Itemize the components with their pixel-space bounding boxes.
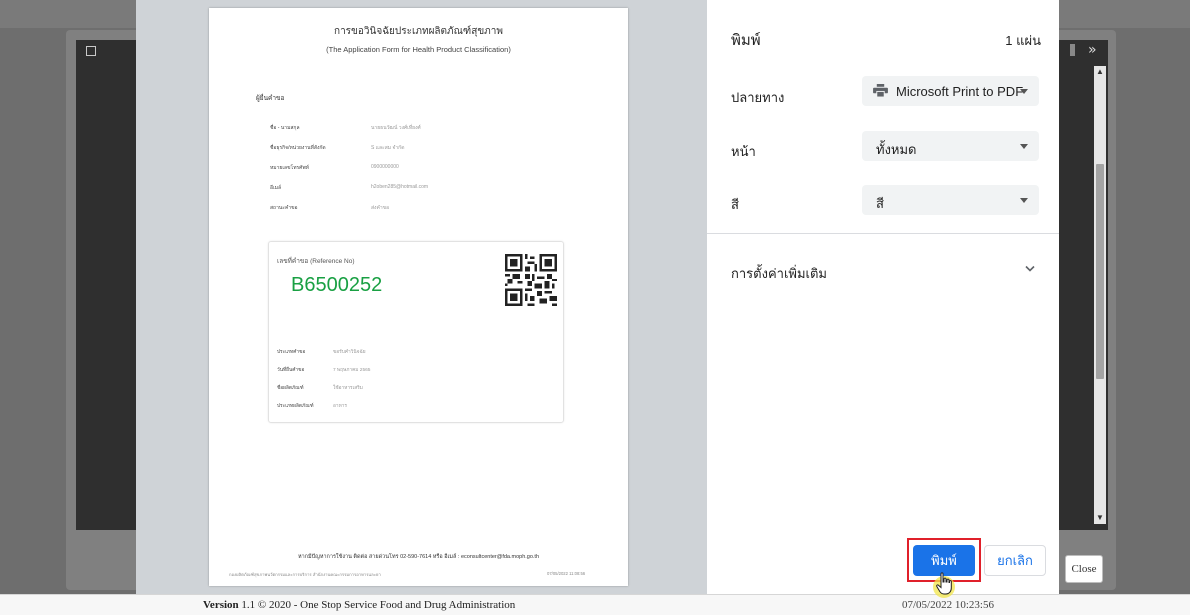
reference-card: เลขที่คำขอ (Reference No) B6500252 ประเภ… [268, 241, 564, 423]
cancel-button[interactable]: ยกเลิก [984, 545, 1046, 576]
reference-number: B6500252 [291, 274, 383, 296]
dropdown-arrow-icon [1020, 89, 1028, 94]
scroll-up-icon: ▲ [1096, 67, 1104, 76]
settings-divider [707, 233, 1059, 234]
close-button: Close [1065, 555, 1103, 583]
field-value: h2oben285@hotmail.com [371, 184, 429, 190]
viewer-scrollbar-thumb [1096, 164, 1104, 379]
field-value: 0900000000 [371, 164, 399, 170]
document-title: การขอวินิจฉัยประเภทผลิตภัณฑ์สุขภาพ [334, 26, 503, 37]
destination-label: ปลายทาง [731, 90, 785, 105]
contact-line: หากมีปัญหาการใช้งาน ติดต่อ สายด่วนโทร 02… [297, 554, 540, 560]
color-value: สี [876, 196, 884, 211]
sheet-count: 1 แผ่น [1005, 33, 1041, 48]
pages-select[interactable]: ทั้งหมด [862, 131, 1039, 161]
field-value: นายธนวัฒน์ วงศ์เที่ยงศ์ [371, 125, 421, 131]
hand-cursor-icon [933, 572, 955, 598]
field-label: วันที่ยื่นคำขอ [277, 368, 305, 373]
field-value: ส่งคำขอ [371, 205, 390, 211]
field-label: อีเมล์ [270, 185, 282, 191]
field-value: S และสม จำกัด [371, 145, 405, 151]
chevron-down-icon[interactable] [1025, 265, 1035, 273]
footer-version: Version 1.1 © 2020 - One Stop Service Fo… [203, 599, 515, 611]
field-value: ขอรับคำวินิจฉัย [333, 350, 366, 355]
applicant-heading: ผู้ยื่นคำขอ [256, 95, 285, 102]
color-label: สี [731, 197, 739, 212]
page-footer-org: กองผลิตภัณฑ์สุขภาพนวัตกรรมและการบริการ ส… [229, 572, 381, 577]
field-value: อาหาร [333, 404, 348, 409]
print-settings-panel: พิมพ์ 1 แผ่น ปลายทาง Microsoft Print to … [707, 0, 1059, 594]
dropdown-arrow-icon [1020, 144, 1028, 149]
scroll-down-icon: ▼ [1096, 513, 1104, 522]
qr-code [505, 254, 557, 306]
pages-value: ทั้งหมด [876, 142, 917, 157]
dropdown-arrow-icon [1020, 198, 1028, 203]
printer-icon [873, 84, 888, 97]
screen: » ▲ ▼ Close Version 1.1 © 2020 - One Sto… [0, 0, 1190, 615]
toolbar-divider [1070, 44, 1075, 56]
more-settings-toggle[interactable]: การตั้งค่าเพิ่มเติม [731, 263, 827, 284]
field-value: 7 พฤษภาคม 2565 [333, 368, 371, 373]
pages-label: หน้า [731, 144, 756, 159]
color-select[interactable]: สี [862, 185, 1039, 215]
field-label: ชื่อผลิตภัณฑ์ [277, 386, 304, 391]
document-subtitle: (The Application Form for Health Product… [326, 45, 511, 54]
field-value: ใช้อาหารเสริม [333, 386, 363, 391]
footer-datetime: 07/05/2022 10:23:56 [902, 599, 994, 611]
sidebar-toggle-icon [86, 46, 96, 56]
reference-label: เลขที่คำขอ (Reference No) [277, 258, 355, 265]
field-label: หมายเลขโทรศัพท์ [270, 165, 309, 171]
field-label: ชื่อ - นามสกุล [270, 125, 300, 131]
page-footer-timestamp: 07/05/2022 11:08:56 [547, 571, 586, 576]
field-label: ชื่อธุรกิจ/หน่วยงานที่สังกัด [270, 145, 326, 151]
field-label: ประเภทคำขอ [277, 350, 306, 355]
print-dialog-title: พิมพ์ [731, 32, 761, 49]
field-label: ประเภทผลิตภัณฑ์ [277, 404, 314, 409]
destination-value: Microsoft Print to PDF [896, 84, 1024, 99]
page-footer: Version 1.1 © 2020 - One Stop Service Fo… [0, 594, 1190, 615]
field-label: สถานะคำขอ [270, 205, 298, 211]
footer-version-text: 1.1 © 2020 - One Stop Service Food and D… [238, 599, 516, 611]
double-chevron-right-icon: » [1088, 42, 1097, 58]
footer-version-label: Version [203, 599, 239, 611]
print-preview-page: การขอวินิจฉัยประเภทผลิตภัณฑ์สุขภาพ (The … [209, 8, 628, 586]
destination-select[interactable]: Microsoft Print to PDF [862, 76, 1039, 106]
